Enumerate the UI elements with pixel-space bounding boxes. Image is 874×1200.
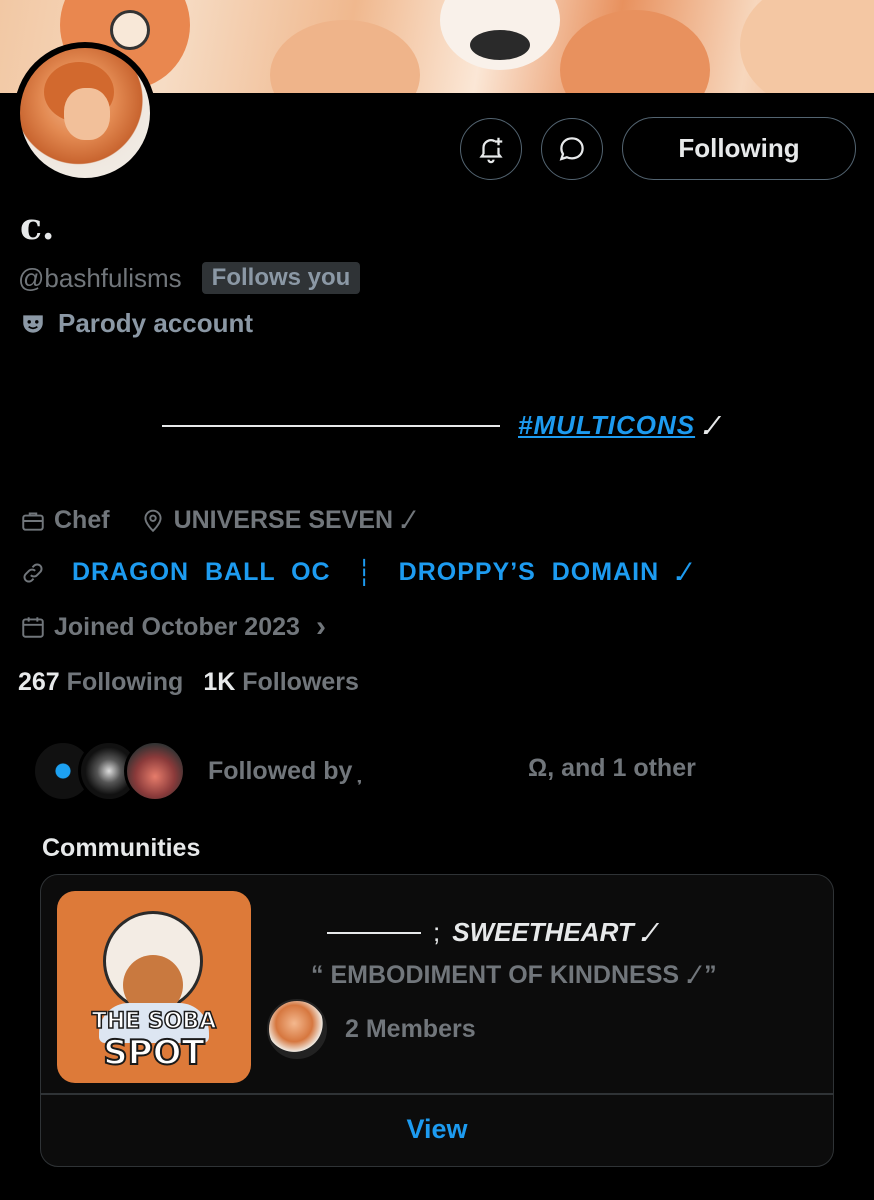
followers-count: 1K — [203, 668, 236, 696]
profile-link[interactable]: DRAGON BALL OC ┆ DROPPY’S DOMAIN .⁄ — [72, 558, 688, 588]
banner-art — [560, 10, 710, 93]
link-icon — [23, 563, 43, 583]
display-name: c. — [20, 206, 55, 248]
joined-row[interactable]: Joined October 2023 › — [20, 610, 326, 644]
profile-link-separator: ┆ — [356, 559, 373, 587]
member-avatar — [267, 999, 327, 1059]
following-count-link[interactable]: 267 Following — [18, 668, 183, 697]
profile-avatar[interactable] — [14, 42, 156, 184]
mask-icon — [23, 314, 43, 333]
handle-row: @bashfulisms Follows you — [18, 262, 361, 294]
followed-by-row[interactable]: Followed by ̦̦ — [32, 740, 359, 802]
banner-art — [470, 30, 530, 60]
chevron-right-icon: › — [315, 610, 326, 643]
following-button[interactable]: Following — [622, 117, 856, 180]
member-count: 2 Members — [345, 1014, 476, 1043]
bio-divider — [162, 424, 500, 427]
followed-by-others: Ω, and 1 other — [528, 754, 696, 782]
follows-you-badge: Follows you — [201, 262, 361, 294]
profile-bio: #MULTICONS .⁄ — [162, 410, 715, 441]
notify-button[interactable] — [460, 118, 522, 180]
bio-tail: .⁄ — [703, 410, 715, 440]
location: UNIVERSE SEVEN .⁄ — [140, 506, 412, 535]
briefcase-icon — [22, 511, 44, 531]
location-pin-icon — [144, 509, 162, 532]
message-button[interactable] — [541, 118, 603, 180]
communities-heading: Communities — [42, 834, 201, 862]
followed-by-text: Followed by ̦̦ — [208, 756, 360, 785]
community-name: SWEETHEART .⁄ — [452, 917, 653, 947]
avatar-image — [20, 48, 150, 178]
meta-row-2: DRAGON BALL OC ┆ DROPPY’S DOMAIN .⁄ — [20, 558, 688, 588]
title-semicolon: ; — [433, 917, 441, 947]
joined-text: Joined October 2023 — [54, 612, 300, 641]
follow-stats: 267 Following 1K Followers — [18, 668, 359, 697]
view-community-button[interactable]: View — [41, 1093, 833, 1166]
profile-link-part1[interactable]: DRAGON BALL OC — [72, 558, 331, 588]
followers-count-link[interactable]: 1K Followers — [203, 668, 359, 697]
occupation-text: Chef — [54, 506, 110, 534]
location-text: UNIVERSE SEVEN .⁄ — [173, 506, 412, 534]
community-image-text-1: THE SOBA — [91, 1008, 217, 1035]
following-count: 267 — [18, 668, 60, 696]
banner-art — [270, 20, 420, 93]
meta-row-1: Chef UNIVERSE SEVEN .⁄ — [20, 506, 411, 535]
profile-link-part2[interactable]: DROPPY’S DOMAIN .⁄ — [399, 558, 688, 588]
message-bubble-icon — [559, 137, 584, 161]
avatar — [124, 740, 186, 802]
calendar-icon — [22, 617, 44, 638]
banner-art — [740, 0, 874, 93]
parody-label: Parody account — [58, 308, 254, 338]
bell-plus-icon — [479, 137, 503, 164]
followers-label: Followers — [242, 668, 359, 696]
bio-hashtag-link[interactable]: #MULTICONS — [518, 410, 695, 441]
community-title: ; SWEETHEART .⁄ — [327, 917, 653, 948]
occupation: Chef — [20, 506, 110, 535]
parody-label-row: Parody account — [20, 308, 253, 339]
community-image-text-2: SPOT — [102, 1032, 206, 1074]
banner-art — [110, 10, 150, 50]
community-members: 2 Members — [267, 999, 476, 1059]
user-handle: @bashfulisms — [18, 262, 182, 293]
community-tagline: “ EMBODIMENT OF KINDNESS .⁄ ” — [311, 961, 717, 989]
community-image: THE SOBA SPOT — [57, 891, 251, 1083]
following-label: Following — [66, 668, 184, 696]
community-card[interactable]: THE SOBA SPOT ; SWEETHEART .⁄ “ EMBODIME… — [40, 874, 834, 1167]
title-divider — [327, 931, 421, 934]
